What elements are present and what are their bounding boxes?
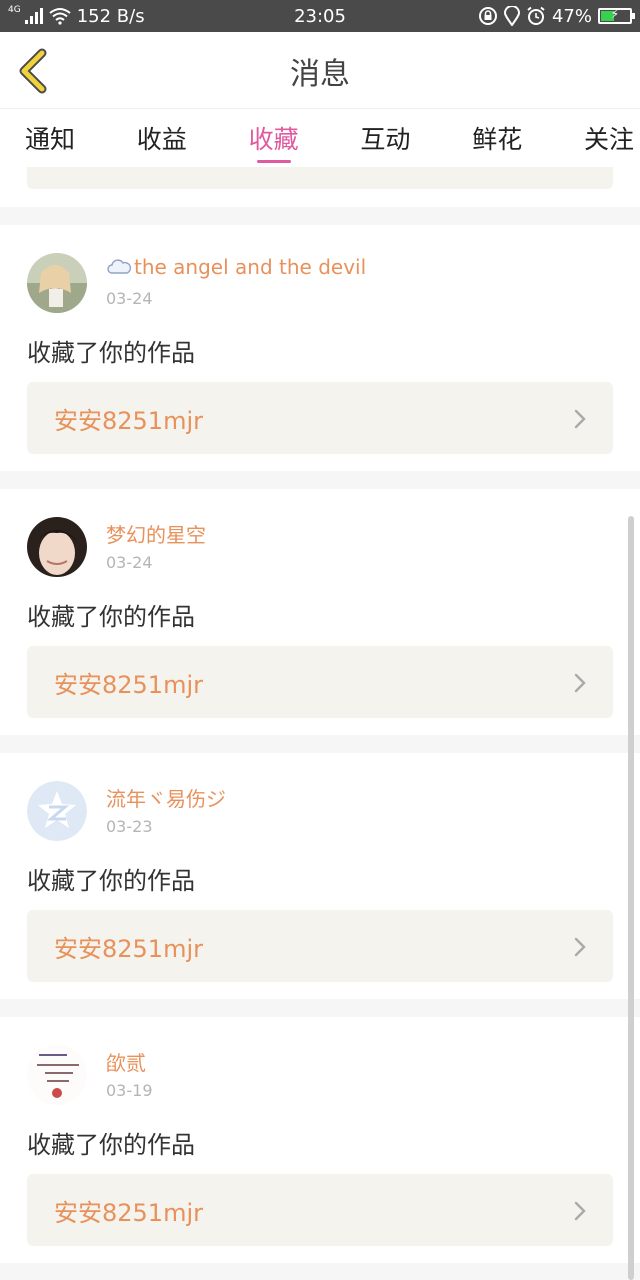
work-title: 安安8251mjr	[54, 934, 203, 963]
work-title: 安安8251mjr	[54, 1198, 203, 1227]
tab-earnings[interactable]: 收益	[137, 109, 187, 167]
work-title: 安安8251mjr	[54, 406, 203, 435]
message-action: 收藏了你的作品	[27, 603, 195, 631]
chevron-right-icon	[574, 673, 586, 693]
message-card-partial	[0, 167, 640, 207]
message-date: 03-24	[106, 553, 153, 572]
avatar[interactable]	[27, 253, 87, 313]
user-name[interactable]: 欿贰	[106, 1047, 146, 1076]
page-title: 消息	[290, 56, 350, 92]
user-name[interactable]: 流年ヾ易伤ジ	[106, 783, 226, 812]
battery-charging-icon: ⚡	[598, 7, 635, 24]
work-link[interactable]: 安安8251mjr	[27, 646, 613, 718]
battery-percent: 47%	[551, 5, 592, 27]
user-name-text: the angel and the devil	[134, 255, 367, 279]
user-name-text: 流年ヾ易伤ジ	[106, 787, 226, 811]
user-name[interactable]: the angel and the devil	[106, 255, 366, 279]
work-link[interactable]: 安安8251mjr	[27, 1174, 613, 1246]
work-link[interactable]: 安安8251mjr	[27, 910, 613, 982]
status-bar: 4G 152 B/s 23:05 47% ⚡	[0, 0, 640, 32]
message-card: the angel and the devil 03-24 收藏了你的作品 安安…	[0, 225, 640, 471]
message-list[interactable]: the angel and the devil 03-24 收藏了你的作品 安安…	[0, 167, 640, 1280]
message-card: 欿贰 03-19 收藏了你的作品 安安8251mjr	[0, 1017, 640, 1263]
avatar[interactable]	[27, 517, 87, 577]
scrollbar[interactable]	[628, 516, 634, 1280]
tab-bar: 通知 收益 收藏 互动 鲜花 关注	[0, 109, 640, 167]
chevron-right-icon	[574, 937, 586, 957]
tab-notifications[interactable]: 通知	[25, 109, 75, 167]
tab-follows[interactable]: 关注	[584, 109, 634, 167]
header-bar: 消息	[0, 32, 640, 109]
message-action: 收藏了你的作品	[27, 1131, 195, 1159]
message-action: 收藏了你的作品	[27, 867, 195, 895]
message-card: 梦幻的星空 03-24 收藏了你的作品 安安8251mjr	[0, 489, 640, 735]
tab-favorites[interactable]: 收藏	[249, 109, 299, 167]
chevron-right-icon	[574, 409, 586, 429]
status-right: 47% ⚡	[478, 0, 635, 32]
work-link[interactable]: 安安8251mjr	[27, 382, 613, 454]
avatar[interactable]	[27, 1045, 87, 1105]
user-name-text: 欿贰	[106, 1051, 146, 1075]
message-date: 03-19	[106, 1081, 153, 1100]
qzone-avatar-icon[interactable]	[27, 781, 87, 841]
message-date: 03-23	[106, 817, 153, 836]
alarm-icon	[527, 6, 545, 25]
message-action: 收藏了你的作品	[27, 339, 195, 367]
chevron-right-icon	[574, 1201, 586, 1221]
location-icon	[503, 6, 520, 26]
work-link-partial[interactable]	[27, 167, 613, 189]
user-name-text: 梦幻的星空	[106, 523, 206, 547]
lock-rotation-icon	[478, 7, 497, 25]
message-card: 流年ヾ易伤ジ 03-23 收藏了你的作品 安安8251mjr	[0, 753, 640, 999]
tab-interactions[interactable]: 互动	[360, 109, 410, 167]
work-title: 安安8251mjr	[54, 670, 203, 699]
cloud-icon	[107, 259, 132, 274]
user-name[interactable]: 梦幻的星空	[106, 519, 206, 548]
message-date: 03-24	[106, 289, 153, 308]
tab-flowers[interactable]: 鲜花	[472, 109, 522, 167]
